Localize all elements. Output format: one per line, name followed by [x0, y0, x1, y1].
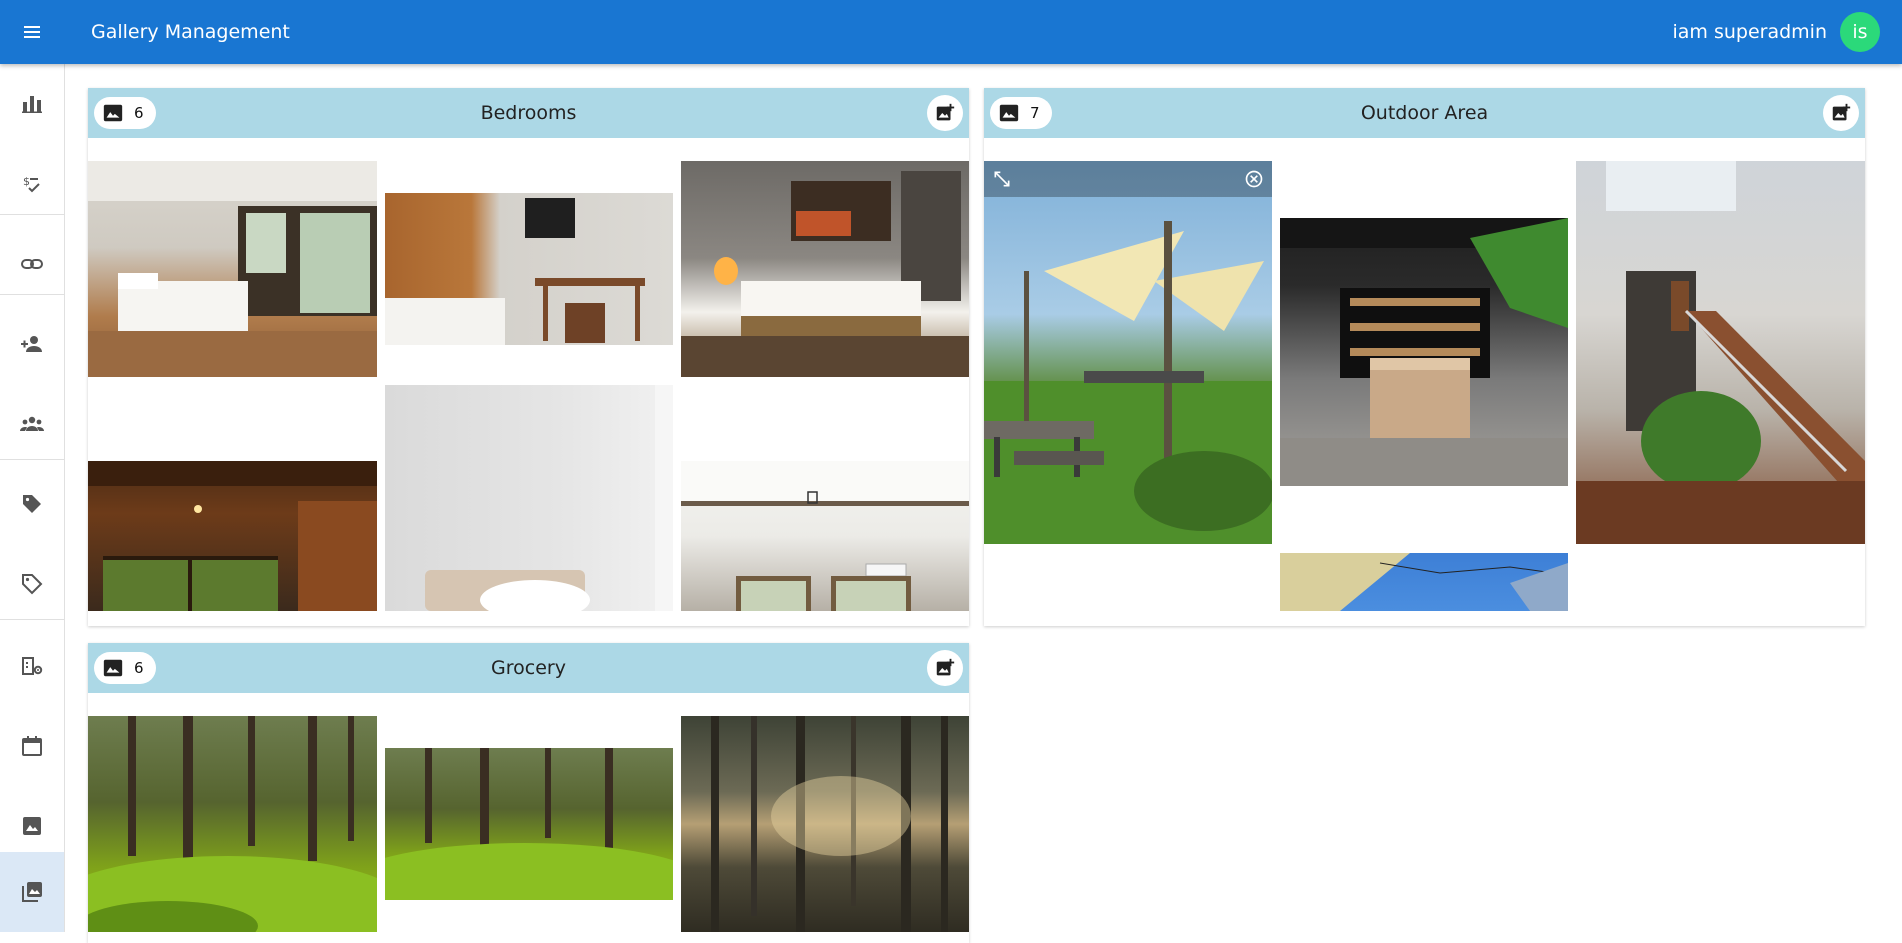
image-icon [23, 817, 41, 835]
user-name[interactable]: iam superadmin [1672, 19, 1827, 45]
sidebar-divider [0, 294, 64, 295]
sidebar-item-add-user[interactable] [0, 304, 64, 384]
gallery-card-grocery: 6 Grocery [88, 643, 969, 943]
bar-chart-icon [22, 96, 42, 113]
sidebar-divider [0, 214, 64, 215]
add-photo-button[interactable] [1823, 95, 1859, 131]
tag-icon [23, 495, 41, 513]
sidebar-item-gallery-management[interactable] [0, 852, 64, 932]
gallery-photo[interactable] [88, 461, 377, 611]
gallery-title: Outdoor Area [1360, 102, 1489, 124]
sidebar-item-tasks[interactable]: $ [0, 144, 64, 224]
grocery-photo-3 [711, 716, 948, 932]
gallery-card-bedrooms: 6 Bedrooms [88, 88, 969, 626]
app-bar: Gallery Management iam superadmin is [0, 0, 1902, 64]
add-person-icon [21, 336, 42, 352]
grocery-photo-2 [385, 748, 673, 900]
sidebar-item-tags-outline[interactable] [0, 544, 64, 624]
close-icon[interactable] [1244, 169, 1264, 189]
sidebar-item-groups[interactable] [0, 384, 64, 464]
gallery-photo[interactable] [1280, 553, 1568, 611]
gallery-photo[interactable] [681, 461, 969, 611]
gallery-photo[interactable] [1280, 218, 1568, 486]
bedroom-photo-4 [88, 461, 377, 611]
calendar-icon [22, 736, 42, 756]
bedroom-photo-6 [681, 461, 969, 611]
group-icon [20, 416, 44, 431]
gallery-header: 6 Bedrooms [88, 88, 969, 138]
gallery-photo[interactable] [88, 716, 377, 932]
gallery-photo[interactable] [984, 161, 1272, 544]
grocery-photo-1 [88, 716, 377, 932]
link-icon [21, 259, 43, 269]
bedroom-photo-1 [88, 161, 377, 377]
avatar[interactable]: is [1840, 12, 1880, 52]
bedroom-photo-2 [385, 198, 645, 345]
gallery-card-outdoor-area: 7 Outdoor Area [984, 88, 1865, 626]
svg-text:$: $ [23, 175, 30, 188]
sidebar-item-property-settings[interactable] [0, 626, 64, 706]
sidebar: $ [0, 64, 65, 932]
sidebar-divider [0, 619, 64, 620]
sidebar-item-dashboard[interactable] [0, 64, 64, 144]
sidebar-item-calendar[interactable] [0, 706, 64, 786]
gallery-photo[interactable] [88, 161, 377, 377]
gallery-title: Bedrooms [480, 102, 577, 124]
bedroom-photo-3 [681, 171, 969, 377]
add-photo-button[interactable] [927, 650, 963, 686]
sidebar-divider [0, 459, 64, 460]
page-title: Gallery Management [91, 21, 290, 43]
outdoor-photo-1 [984, 221, 1272, 544]
gallery-photo[interactable] [681, 161, 969, 377]
menu-icon[interactable] [16, 16, 48, 48]
photo-library-icon [22, 882, 42, 902]
gallery-photo[interactable] [385, 193, 673, 345]
gallery-photo[interactable] [385, 748, 673, 900]
checklist-icon: $ [23, 175, 40, 193]
add-photo-icon [1832, 103, 1851, 121]
gallery-photo[interactable] [385, 385, 673, 611]
sidebar-item-tags[interactable] [0, 464, 64, 544]
gallery-photo[interactable] [681, 716, 969, 932]
gallery-photo[interactable] [1576, 161, 1865, 544]
bedroom-photo-5 [425, 385, 673, 611]
add-photo-icon [936, 658, 955, 676]
fullscreen-icon[interactable] [992, 169, 1012, 189]
outdoor-photo-3 [1576, 161, 1865, 544]
building-gear-icon [22, 657, 43, 675]
add-photo-button[interactable] [927, 95, 963, 131]
outdoor-photo-2 [1280, 218, 1568, 486]
gallery-header: 6 Grocery [88, 643, 969, 693]
tag-outline-icon [22, 574, 43, 595]
sidebar-item-links[interactable] [0, 224, 64, 304]
image-overlay [984, 161, 1272, 197]
gallery-title: Grocery [491, 657, 566, 679]
add-photo-icon [936, 103, 955, 121]
gallery-header: 7 Outdoor Area [984, 88, 1865, 138]
outdoor-photo-4 [1280, 553, 1568, 611]
